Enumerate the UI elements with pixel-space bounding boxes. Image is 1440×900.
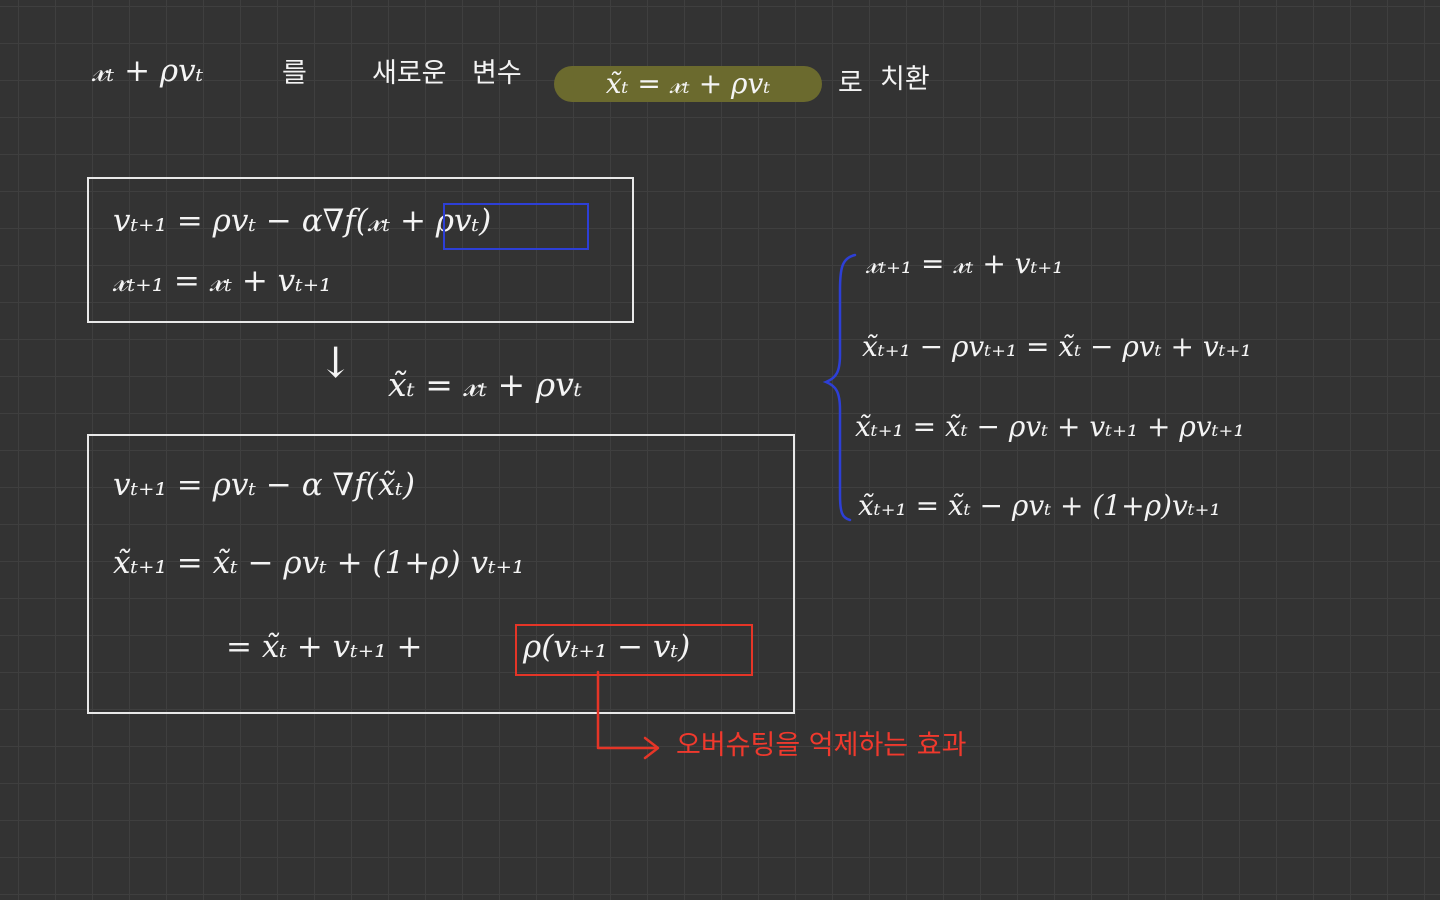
note-canvas: 𝓍ₜ + ρvₜ 를 새로운 변수 x̃ₜ = 𝓍ₜ + ρvₜ 로 치환 vₜ… (0, 0, 1440, 900)
hand-drawn-strokes (596, 253, 857, 760)
blue-curly-brace (822, 253, 857, 522)
red-connector-arrow (596, 670, 657, 750)
